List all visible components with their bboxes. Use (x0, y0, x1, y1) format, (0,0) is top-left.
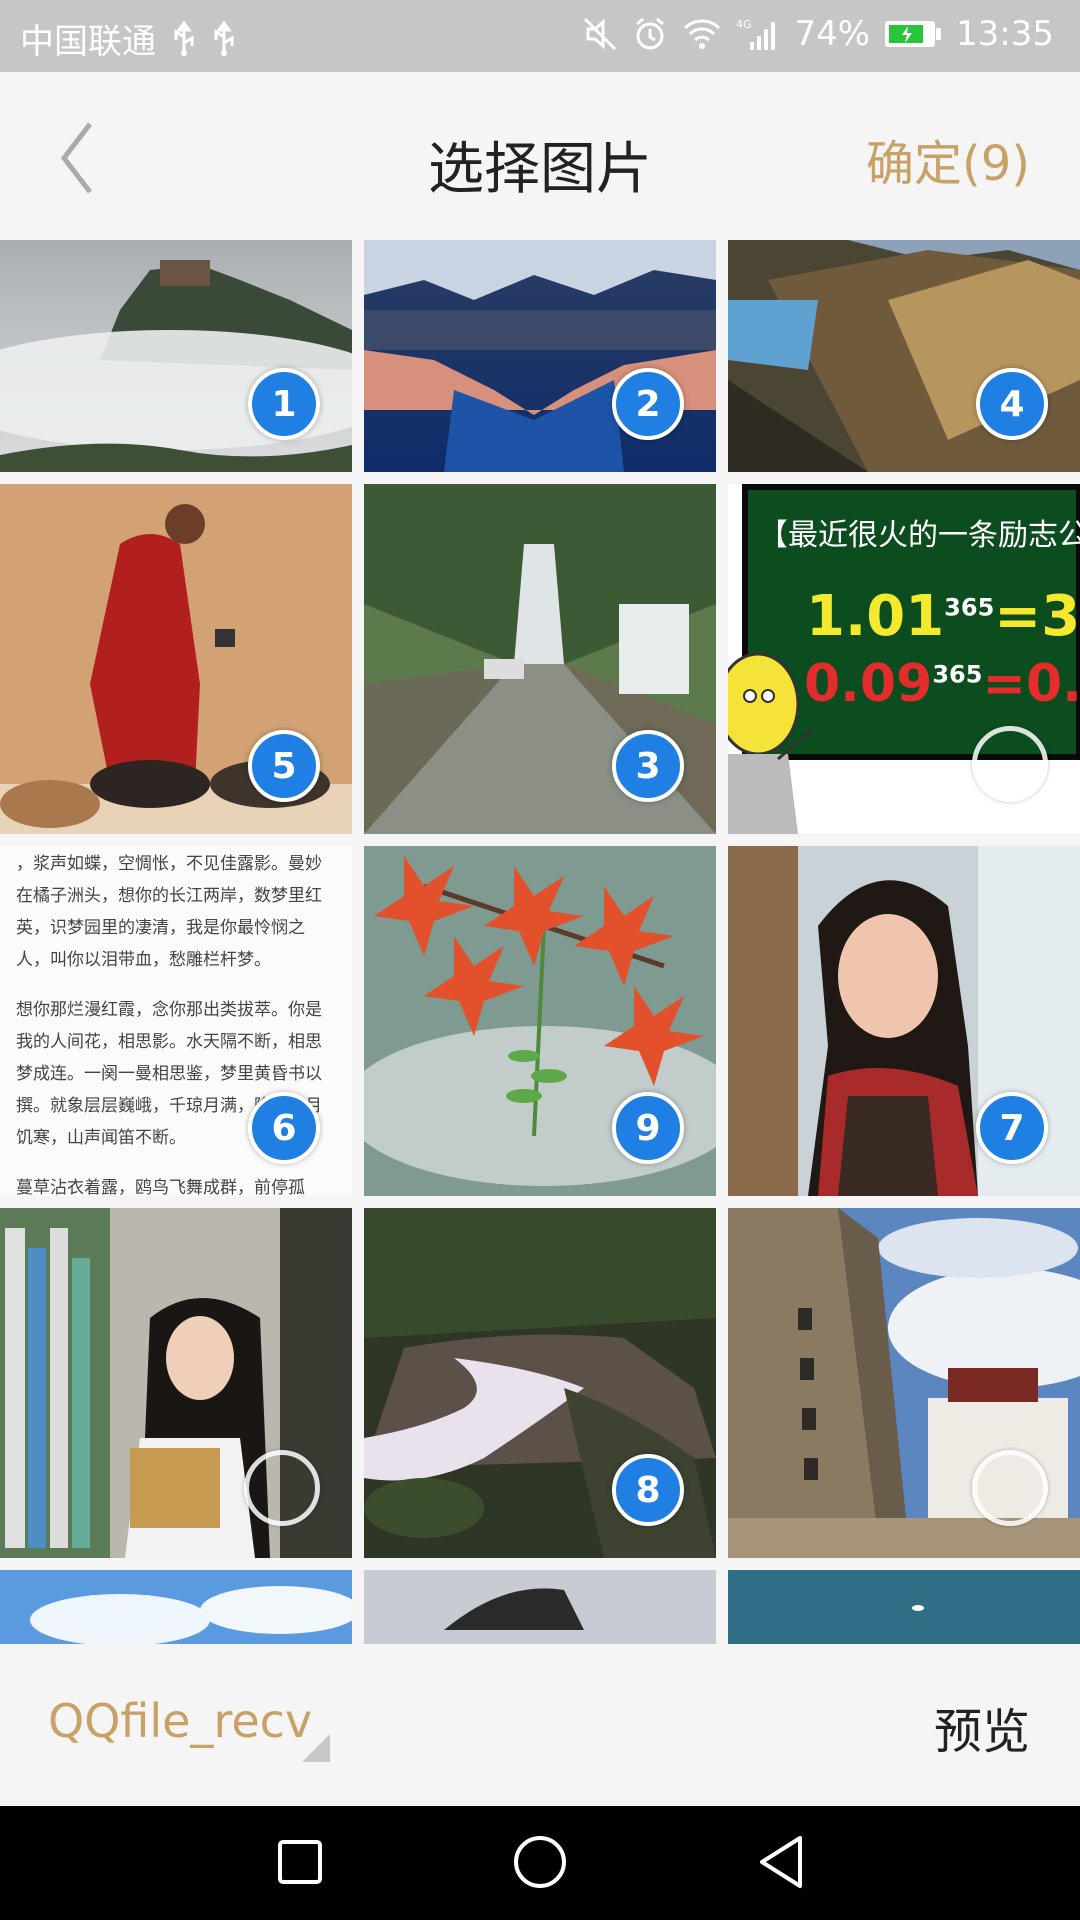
dropdown-triangle-icon[interactable] (300, 1732, 332, 1764)
alarm-icon (632, 16, 668, 52)
selection-badge[interactable]: 8 (612, 1454, 684, 1526)
formula-line1-base: 1.01 (806, 584, 945, 649)
usb-icon (212, 20, 236, 57)
mute-icon (582, 16, 618, 52)
photo-tile[interactable]: 1 (0, 240, 352, 472)
photo-tile[interactable]: 3 (364, 484, 716, 834)
photo-mountain-lake (728, 240, 1080, 472)
selection-badge[interactable]: 1 (248, 368, 320, 440)
wifi-icon (682, 16, 722, 52)
selection-circle[interactable] (972, 1450, 1048, 1526)
photo-tile[interactable] (728, 1570, 1080, 1644)
confirm-button[interactable]: 确定(9) (866, 124, 1030, 194)
battery-percent: 74% (794, 14, 871, 54)
formula-line1-result: =37. (994, 584, 1080, 649)
poem-paragraph: 蔓草沾衣着露，鸥鸟飞舞成群，前停孤影，窈窕似你出现。我似鸬鹚街鹤， (16, 1178, 305, 1196)
photo-tile[interactable]: 9 (364, 846, 716, 1196)
preview-button[interactable]: 预览 (934, 1692, 1030, 1762)
photo-tile[interactable] (0, 1208, 352, 1558)
photo-tile[interactable]: 5 (0, 484, 352, 834)
bottom-bar: QQfile_recv 预览 (0, 1644, 1080, 1806)
recents-square-icon[interactable] (276, 1838, 324, 1886)
battery-icon (884, 18, 942, 50)
formula-line2-base: 0.09 (804, 654, 933, 714)
selection-circle[interactable] (244, 1450, 320, 1526)
cartoon-character (728, 652, 814, 834)
selection-badge[interactable]: 4 (976, 368, 1048, 440)
selection-badge[interactable]: 2 (612, 368, 684, 440)
formula-line2-result: =0.0 (982, 654, 1080, 714)
formula-line1-exp: 365 (944, 593, 995, 622)
header: 选择图片 确定(9) (0, 72, 1080, 240)
navigation-bar (0, 1806, 1080, 1920)
photo-tile[interactable]: 【最近很火的一条励志公 1.01365=37. 0.09365=0.0 (728, 484, 1080, 834)
selection-badge[interactable]: 9 (612, 1092, 684, 1164)
clock: 13:35 (956, 14, 1054, 54)
photo-grid: 1 2 4 5 3 【最近很火的一条励志公 1.01365=3 0.09365=… (0, 240, 1080, 1644)
usb-icon (172, 20, 196, 57)
photo-blue-sky (0, 1570, 352, 1644)
selection-circle[interactable] (972, 726, 1048, 802)
photo-tile[interactable]: 2 (364, 240, 716, 472)
selection-badge[interactable]: 6 (248, 1092, 320, 1164)
photo-tile[interactable]: 8 (364, 1208, 716, 1558)
formula-heading: 【最近很火的一条励志公 (758, 518, 1080, 553)
selection-badge[interactable]: 5 (248, 730, 320, 802)
selection-badge[interactable]: 7 (976, 1092, 1048, 1164)
photo-sea (728, 1570, 1080, 1644)
photo-tile[interactable]: 7 (728, 846, 1080, 1196)
home-circle-icon[interactable] (512, 1834, 568, 1890)
svg-text:4G: 4G (736, 18, 752, 31)
folder-selector[interactable]: QQfile_recv (48, 1694, 312, 1748)
photo-tile[interactable]: 4 (728, 240, 1080, 472)
formula-line2-exp: 365 (932, 660, 983, 689)
signal-icon: 4G (736, 16, 780, 52)
poem-paragraph: ，浆声如蝶，空惆怅，不见佳露影。曼妙在橘子洲头，想你的长江两岸，数梦里红英，识梦… (16, 854, 322, 970)
photo-tile[interactable]: ，浆声如蝶，空惆怅，不见佳露影。曼妙在橘子洲头，想你的长江两岸，数梦里红英，识梦… (0, 846, 352, 1196)
photo-tile[interactable] (364, 1570, 716, 1644)
photo-snow-rock (364, 1570, 716, 1644)
photo-mountain-reflection (364, 240, 716, 472)
status-bar: 中国联通 4G 74% 13:35 (0, 0, 1080, 72)
back-triangle-icon[interactable] (756, 1834, 806, 1890)
selection-badge[interactable]: 3 (612, 730, 684, 802)
photo-tile[interactable] (728, 1208, 1080, 1558)
carrier-label: 中国联通 (20, 22, 156, 62)
photo-tile[interactable] (0, 1570, 352, 1644)
photo-misty-monastery (0, 240, 352, 472)
